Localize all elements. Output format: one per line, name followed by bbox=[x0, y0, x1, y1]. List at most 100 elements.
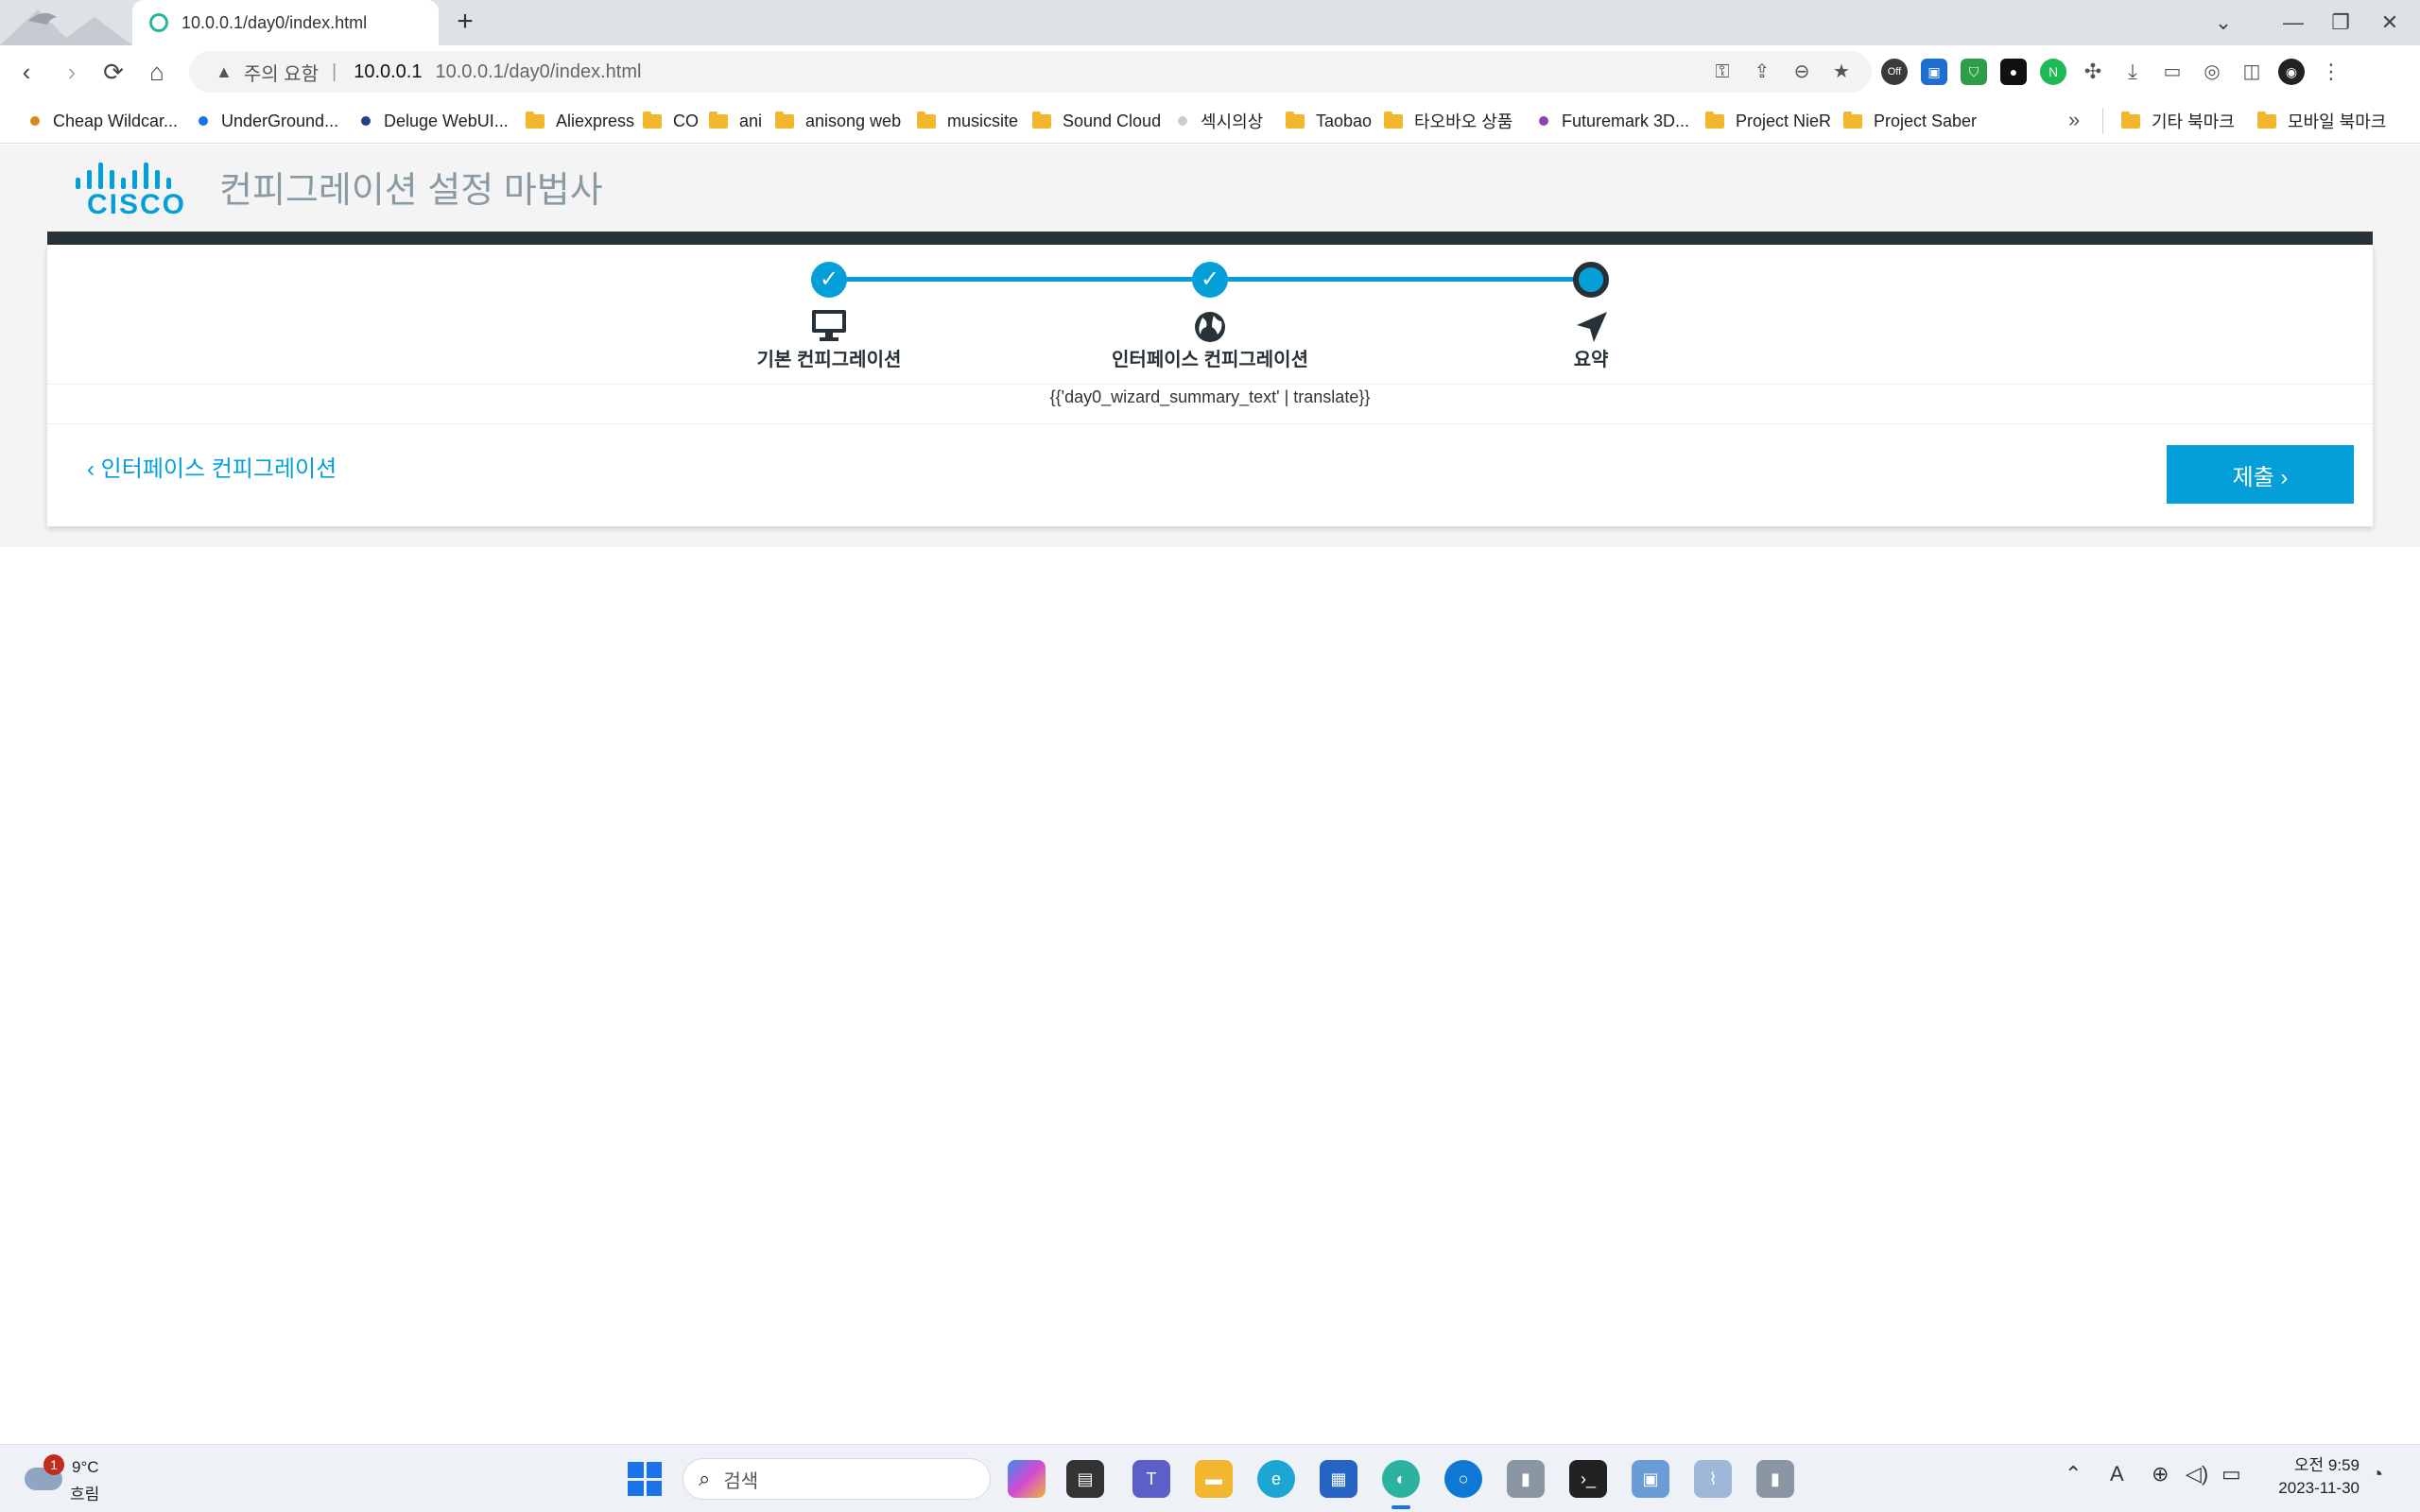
volume-icon[interactable]: ◁) bbox=[2186, 1462, 2208, 1486]
folder-icon bbox=[1286, 111, 1305, 129]
warning-triangle-icon[interactable]: ▲ bbox=[216, 62, 233, 82]
close-window-button[interactable]: ✕ bbox=[2373, 6, 2407, 40]
home-button[interactable]: ⌂ bbox=[142, 57, 172, 87]
bookmark-item[interactable]: Deluge WebUI... bbox=[361, 110, 509, 132]
omnibox-actions: ⚿ ⇪ ⊖ ★ bbox=[1711, 60, 1853, 83]
side-panel-icon[interactable]: ◫ bbox=[2238, 59, 2265, 85]
bookmark-label: CO bbox=[673, 111, 699, 130]
teams-app-icon[interactable]: T bbox=[1132, 1460, 1170, 1498]
network-icon[interactable]: ⊕ bbox=[2152, 1462, 2169, 1486]
network-app-icon[interactable]: ▮ bbox=[1507, 1460, 1545, 1498]
mobile-bookmarks-folder[interactable]: 모바일 북마크 bbox=[2257, 110, 2386, 132]
ext-blue-icon[interactable]: ▣ bbox=[1921, 59, 1947, 85]
monitor-app-icon[interactable]: ⌇ bbox=[1694, 1460, 1732, 1498]
minimize-button[interactable]: — bbox=[2276, 6, 2310, 40]
store-app-icon[interactable]: ▦ bbox=[1320, 1460, 1357, 1498]
bookmark-dot-icon bbox=[361, 116, 371, 126]
weather-widget[interactable]: 1 9°C 흐림 bbox=[25, 1454, 119, 1503]
bookmarks-overflow-button[interactable]: » bbox=[2068, 108, 2080, 132]
browser-tab-active[interactable]: 10.0.0.1/day0/index.html bbox=[132, 0, 439, 45]
notification-icon[interactable]: ◔ bbox=[2371, 1462, 2383, 1486]
profile-avatar[interactable]: ◉ bbox=[2278, 59, 2305, 85]
extensions-puzzle-icon[interactable]: ✣ bbox=[2080, 59, 2106, 85]
tab-search-button[interactable]: ⌄ bbox=[2206, 6, 2240, 40]
monitor-icon bbox=[812, 310, 846, 341]
bookmark-label: Sound Cloud bbox=[1063, 111, 1162, 130]
bookmark-item[interactable]: 섹시의상 bbox=[1178, 110, 1263, 132]
bookmark-folder[interactable]: Taobao bbox=[1286, 110, 1372, 132]
folder-icon bbox=[709, 111, 728, 129]
bookmark-folder[interactable]: ani bbox=[709, 110, 762, 132]
step-3-current[interactable] bbox=[1573, 262, 1609, 298]
bookmark-folder[interactable]: Sound Cloud bbox=[1032, 110, 1161, 132]
restore-button[interactable]: ❐ bbox=[2324, 6, 2358, 40]
start-button[interactable] bbox=[628, 1462, 662, 1496]
cast-icon[interactable]: ▭ bbox=[2159, 59, 2186, 85]
browser-app-icon[interactable]: ◐ bbox=[1382, 1460, 1420, 1498]
weather-condition: 흐림 bbox=[70, 1486, 100, 1503]
download-icon[interactable]: ⤓ bbox=[2119, 59, 2146, 85]
tab-favicon-icon bbox=[149, 13, 168, 32]
bookmark-label: UnderGround... bbox=[221, 111, 339, 130]
key-icon[interactable]: ⚿ bbox=[1711, 60, 1734, 83]
screenshot-icon[interactable]: ◎ bbox=[2199, 59, 2225, 85]
forward-button[interactable]: › bbox=[57, 57, 87, 87]
browser-toolbar: ‹ › ⟳ ⌂ ▲ 주의 요함 | 10.0.0.1 10.0.0.1/day0… bbox=[0, 45, 2420, 98]
ext-toggle-off-icon[interactable]: Off bbox=[1881, 59, 1908, 85]
bookmark-item[interactable]: Futuremark 3D... bbox=[1539, 110, 1689, 132]
bookmark-item[interactable]: Cheap Wildcar... bbox=[30, 110, 178, 132]
ext-shield-icon[interactable]: ⛉ bbox=[1961, 59, 1987, 85]
address-bar[interactable]: ▲ 주의 요함 | 10.0.0.1 10.0.0.1/day0/index.h… bbox=[189, 51, 1872, 93]
bookmark-folder[interactable]: CO bbox=[643, 110, 699, 132]
bookmark-folder[interactable]: musicsite bbox=[917, 110, 1018, 132]
network-app-icon-2[interactable]: ▮ bbox=[1756, 1460, 1794, 1498]
folder-icon bbox=[917, 111, 936, 129]
file-explorer-icon[interactable]: ▬ bbox=[1195, 1460, 1233, 1498]
taskbar-search[interactable]: ⌕ 검색 bbox=[683, 1458, 991, 1500]
menu-kebab-icon[interactable]: ⋮ bbox=[2318, 59, 2344, 85]
reload-button[interactable]: ⟳ bbox=[98, 57, 129, 87]
bookmark-folder[interactable]: Project Saber bbox=[1843, 110, 1977, 132]
system-clock[interactable]: 오전 9:59 2023-11-30 bbox=[2269, 1454, 2360, 1500]
ext-game-icon[interactable]: ● bbox=[2000, 59, 2027, 85]
folder-icon bbox=[2121, 111, 2140, 129]
bookmark-folder[interactable]: 타오바오 상품 bbox=[1384, 110, 1512, 132]
chevron-up-icon[interactable]: ⌃ bbox=[2065, 1462, 2082, 1486]
security-warning-label[interactable]: 주의 요함 bbox=[244, 59, 319, 86]
header-bar bbox=[47, 232, 2373, 245]
favorites-icon[interactable]: ★ bbox=[1830, 60, 1853, 83]
address-host: 10.0.0.1 bbox=[354, 60, 423, 82]
bookmark-item[interactable]: UnderGround... bbox=[199, 110, 338, 132]
bookmark-folder[interactable]: anisong web bbox=[775, 110, 901, 132]
bookmark-label: Deluge WebUI... bbox=[384, 111, 509, 130]
location-arrow-icon bbox=[1577, 312, 1607, 342]
back-to-interface-config-link[interactable]: ‹ 인터페이스 컨피그레이션 bbox=[87, 450, 337, 483]
circle-app-icon[interactable]: ○ bbox=[1444, 1460, 1482, 1498]
bookmark-folder[interactable]: Project NieR bbox=[1705, 110, 1831, 132]
back-button[interactable]: ‹ bbox=[11, 57, 42, 87]
task-view-icon[interactable]: ▤ bbox=[1066, 1460, 1104, 1498]
step-2-check[interactable]: ✓ bbox=[1192, 262, 1228, 298]
remote-desktop-icon[interactable]: ▣ bbox=[1632, 1460, 1669, 1498]
step-3-label: 요약 bbox=[1573, 350, 1609, 370]
battery-icon[interactable]: ▭ bbox=[2221, 1462, 2241, 1486]
bookmark-label: Taobao bbox=[1316, 111, 1373, 130]
submit-button[interactable]: 제출 › bbox=[2167, 445, 2354, 504]
bookmark-label: 타오바오 상품 bbox=[1414, 112, 1513, 131]
bookmark-folder[interactable]: Aliexpress bbox=[526, 110, 634, 132]
terminal-app-icon[interactable]: ›_ bbox=[1569, 1460, 1607, 1498]
search-icon: ⌕ bbox=[699, 1467, 711, 1490]
ext-n-icon[interactable]: N bbox=[2040, 59, 2066, 85]
zoom-out-icon[interactable]: ⊖ bbox=[1790, 60, 1813, 83]
search-placeholder: 검색 bbox=[723, 1470, 759, 1492]
other-bookmarks-folder[interactable]: 기타 북마크 bbox=[2121, 110, 2235, 132]
ime-icon[interactable]: A bbox=[2110, 1462, 2124, 1486]
edge-browser-icon[interactable]: e bbox=[1257, 1460, 1295, 1498]
step-1-check[interactable]: ✓ bbox=[811, 262, 847, 298]
copilot-app-icon[interactable] bbox=[1008, 1460, 1046, 1498]
bookmark-label: anisong web bbox=[805, 111, 902, 130]
new-tab-button[interactable]: + bbox=[450, 8, 480, 38]
tab-strip-decoration bbox=[0, 9, 132, 45]
share-icon[interactable]: ⇪ bbox=[1751, 60, 1773, 83]
folder-icon bbox=[643, 111, 662, 129]
